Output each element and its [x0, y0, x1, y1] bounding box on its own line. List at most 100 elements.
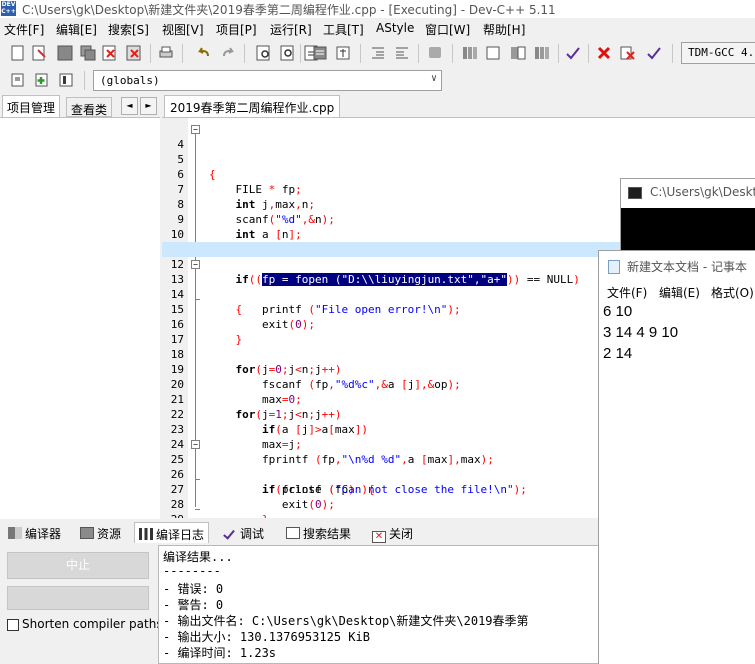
toolbar-separator — [84, 71, 85, 90]
print-icon[interactable] — [156, 43, 176, 63]
find-icon[interactable] — [254, 43, 274, 63]
redo-icon[interactable] — [218, 43, 238, 63]
left-panel-tabs: 项目管理 查看类 ◄ ► — [0, 95, 160, 117]
notepad-line: 2 14 — [603, 345, 633, 362]
toolbar-separator — [452, 44, 453, 63]
console-title-bar: C:\Users\gk\Deskt — [621, 179, 755, 208]
class-toolbar: (globals) ∨ — [0, 67, 755, 94]
undo-icon[interactable] — [194, 43, 214, 63]
tab-class-browser[interactable]: 查看类 — [66, 97, 113, 117]
fold-toggle-icon[interactable]: − — [191, 260, 200, 269]
notepad-window[interactable]: 新建文本文档 - 记事本 文件(F) 编辑(E) 格式(O) 6 10 3 14… — [598, 250, 755, 664]
fold-toggle-icon[interactable]: − — [191, 125, 200, 134]
log-line: - 编译时间: 1.23s — [163, 646, 277, 660]
log-line: - 输出文件名: C:\Users\gk\Desktop\新建文件夹\2019春… — [163, 614, 529, 628]
fold-toggle-icon[interactable]: − — [191, 440, 200, 449]
globals-value: (globals) — [100, 74, 160, 87]
menu-window[interactable]: 窗口[W] — [425, 21, 470, 38]
replace-icon[interactable] — [278, 43, 298, 63]
comment-icon[interactable] — [425, 43, 445, 63]
menu-help[interactable]: 帮助[H] — [483, 21, 525, 38]
toolbar-separator — [558, 44, 559, 63]
tab-compiler[interactable]: 编译器 — [4, 522, 65, 543]
notepad-menu-format[interactable]: 格式(O) — [711, 284, 754, 301]
toolbar-separator — [360, 44, 361, 63]
tab-label: 编译器 — [25, 527, 62, 541]
tab-project-manager[interactable]: 项目管理 — [2, 95, 61, 117]
console-output — [621, 208, 755, 254]
tab-label: 调试 — [240, 527, 265, 541]
stop-execution-icon[interactable] — [594, 43, 614, 63]
tab-label: 关闭 — [389, 527, 414, 541]
profile-icon[interactable] — [644, 43, 664, 63]
tab-resources[interactable]: 资源 — [76, 522, 125, 543]
console-window[interactable]: C:\Users\gk\Deskt — [620, 178, 755, 254]
menu-run[interactable]: 运行[R] — [270, 21, 312, 38]
compile-run-icon[interactable] — [508, 43, 528, 63]
tab-source-file[interactable]: 2019春季第二周编程作业.cpp — [164, 95, 341, 117]
toolbar-separator — [182, 44, 183, 63]
run-icon[interactable] — [484, 43, 504, 63]
window-title: C:\Users\gk\Desktop\新建文件夹\2019春季第二周编程作业.… — [22, 3, 556, 17]
toolbar-separator — [672, 44, 673, 63]
save-icon[interactable] — [55, 43, 75, 63]
project-options-icon[interactable] — [56, 70, 76, 90]
tab-debug[interactable]: 调试 — [222, 522, 268, 543]
grid-icon — [8, 527, 22, 539]
toolbar-separator — [418, 44, 419, 63]
debug-icon[interactable] — [618, 43, 638, 63]
add-to-project-icon[interactable] — [32, 70, 52, 90]
notepad-text-area[interactable]: 6 10 3 14 4 9 10 2 14 — [599, 301, 755, 664]
menu-file[interactable]: 文件[F] — [4, 21, 44, 38]
menu-view[interactable]: 视图[V] — [162, 21, 204, 38]
close-all-icon[interactable] — [124, 43, 144, 63]
rebuild-icon[interactable] — [532, 43, 552, 63]
close-icon: ✕ — [372, 531, 386, 543]
devcpp-app-icon: DEV C++ — [1, 1, 16, 16]
menu-search[interactable]: 搜索[S] — [108, 21, 149, 38]
project-tree[interactable] — [0, 117, 160, 519]
log-line: -------- — [163, 564, 221, 578]
tab-search-results[interactable]: 搜索结果 — [282, 522, 355, 543]
blank-button[interactable] — [7, 586, 149, 610]
console-title: C:\Users\gk\Deskt — [650, 185, 755, 199]
new-file-icon[interactable] — [8, 43, 28, 63]
log-line: - 错误: 0 — [163, 582, 224, 596]
find-icon — [286, 527, 300, 539]
notepad-menu-edit[interactable]: 编辑(E) — [659, 284, 700, 301]
toggle-bookmark-icon[interactable] — [310, 43, 330, 63]
syntax-check-icon[interactable] — [563, 43, 583, 63]
toolbar-separator — [244, 44, 245, 63]
tab-scroll-left-button[interactable]: ◄ — [121, 97, 138, 115]
unindent-icon[interactable] — [392, 43, 412, 63]
menu-tools[interactable]: 工具[T] — [323, 21, 364, 38]
shorten-compiler-paths-checkbox[interactable] — [7, 619, 19, 631]
toolbar-separator — [588, 44, 589, 63]
compile-icon[interactable] — [460, 43, 480, 63]
globals-select[interactable]: (globals) ∨ — [93, 70, 442, 91]
log-line: 编译结果... — [163, 550, 233, 564]
save-all-icon[interactable] — [78, 43, 98, 63]
notepad-line: 6 10 — [603, 303, 633, 320]
log-line: - 输出大小: 130.1376953125 KiB — [163, 630, 370, 644]
indent-icon[interactable] — [368, 43, 388, 63]
tab-close[interactable]: ✕ 关闭 — [368, 522, 417, 543]
tab-label: 编译日志 — [156, 528, 205, 542]
compiler-select[interactable]: TDM-GCC 4. — [681, 42, 755, 64]
notepad-line: 3 14 4 9 10 — [603, 324, 679, 341]
menu-edit[interactable]: 编辑[E] — [56, 21, 97, 38]
menu-astyle[interactable]: AStyle — [376, 21, 414, 35]
abort-compilation-button[interactable]: 中止 — [7, 552, 149, 579]
goto-bookmark-icon[interactable] — [333, 43, 353, 63]
new-class-icon[interactable] — [8, 70, 28, 90]
tab-scroll-right-button[interactable]: ► — [140, 97, 157, 115]
notepad-menu-bar: 文件(F) 编辑(E) 格式(O) — [599, 281, 755, 301]
close-file-icon[interactable] — [100, 43, 120, 63]
chevron-down-icon[interactable]: ∨ — [431, 73, 437, 84]
code-line: 4 − { — [162, 122, 755, 181]
toolbar-separator — [300, 44, 301, 63]
open-file-icon[interactable] — [30, 43, 50, 63]
tab-compile-log[interactable]: 编译日志 — [134, 522, 210, 543]
notepad-menu-file[interactable]: 文件(F) — [607, 284, 647, 301]
menu-project[interactable]: 项目[P] — [216, 21, 257, 38]
